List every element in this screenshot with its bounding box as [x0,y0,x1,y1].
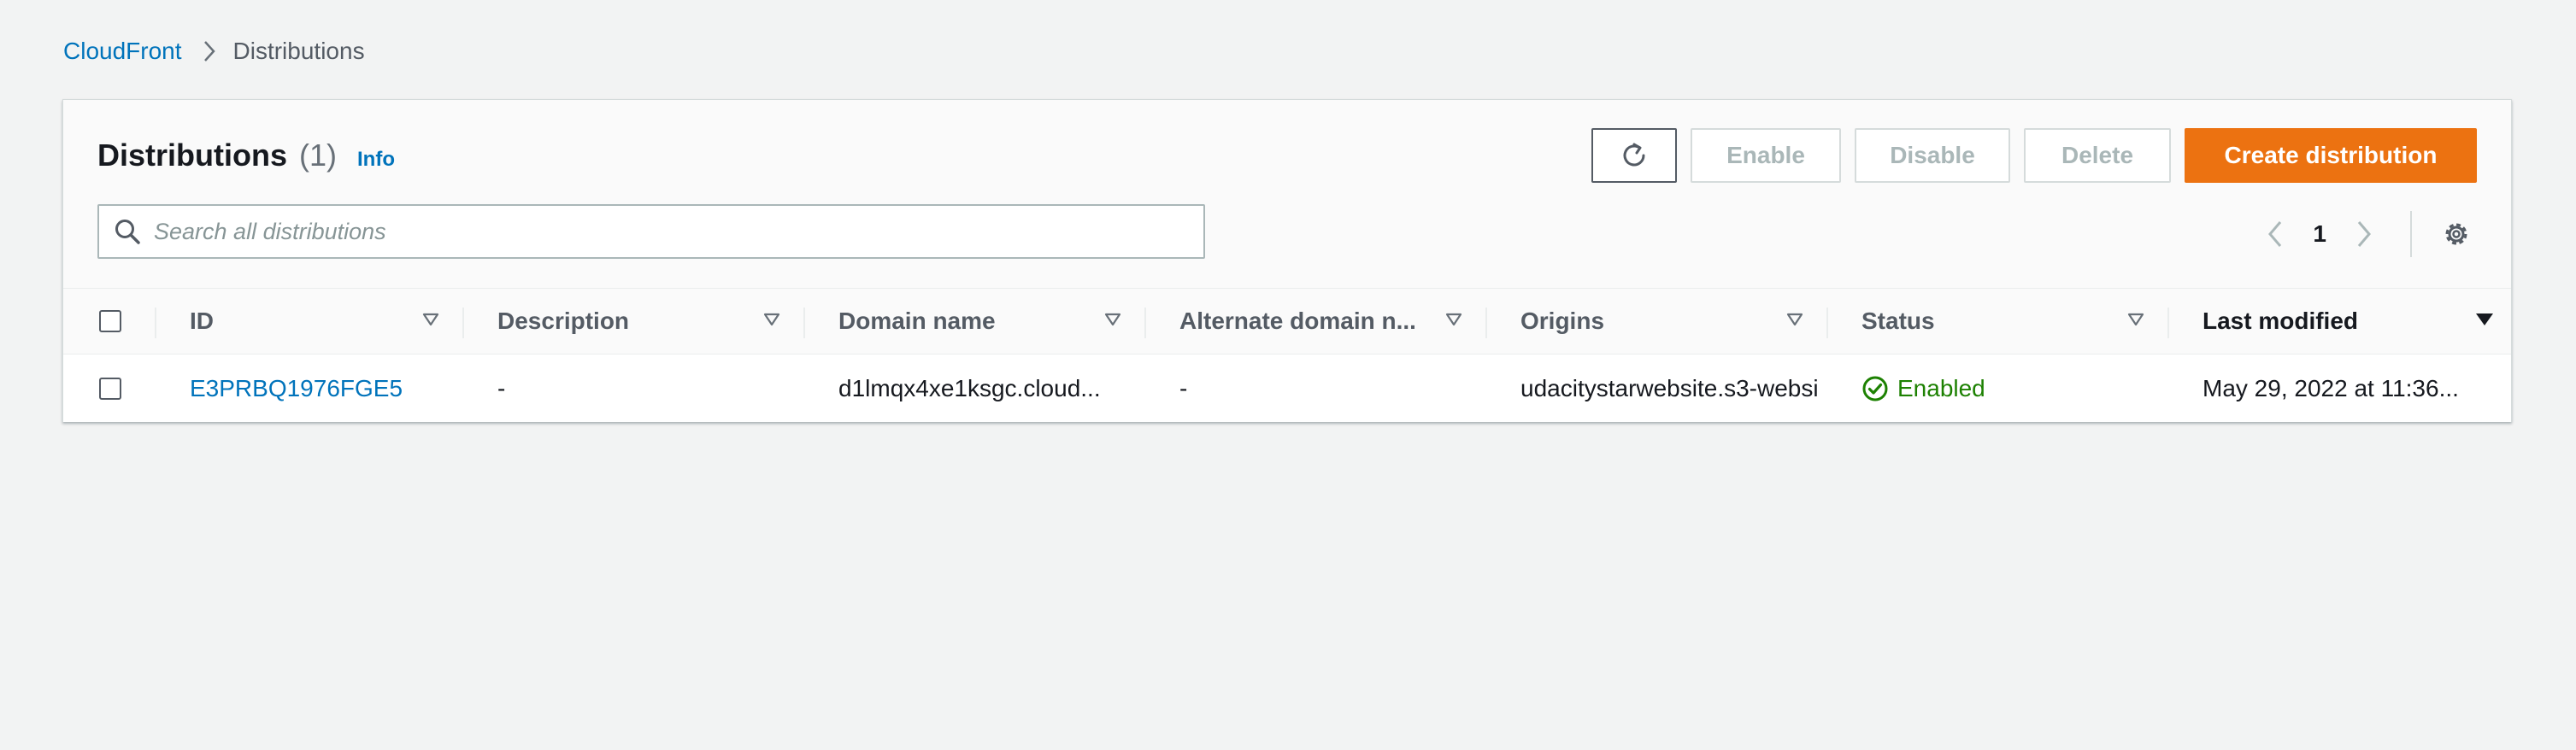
column-divider [2167,308,2169,338]
sort-triangle-icon[interactable] [1786,313,1803,326]
column-divider [803,308,805,338]
column-header-id[interactable]: ID [190,289,214,354]
breadcrumb-cloudfront-link[interactable]: CloudFront [63,38,182,65]
distribution-count: (1) [299,138,337,173]
status-cell: Enabled [1861,354,1985,422]
column-divider [462,308,464,338]
column-header-last-modified[interactable]: Last modified [2203,289,2358,354]
check-circle-icon [1861,375,1889,402]
column-header-alternate-domain[interactable]: Alternate domain n... [1179,289,1416,354]
description-cell: - [497,374,506,401]
origins-cell: udacitystarwebsite.s3-websi [1520,374,1819,401]
column-header-status[interactable]: Status [1861,289,1935,354]
column-divider [1485,308,1487,338]
select-all-cell [99,289,121,354]
table-row[interactable]: E3PRBQ1976FGE5 - d1lmqx4xe1ksgc.cloud...… [63,354,2511,422]
select-all-checkbox[interactable] [99,310,121,332]
distribution-id-link[interactable]: E3PRBQ1976FGE5 [190,354,403,422]
disable-button[interactable]: Disable [1855,128,2010,183]
sort-triangle-icon[interactable] [1445,313,1462,326]
alternate-domain-cell: - [1179,374,1188,401]
domain-name-cell: d1lmqx4xe1ksgc.cloud... [838,374,1101,401]
current-page[interactable]: 1 [2313,220,2326,248]
column-divider [1826,308,1828,338]
sort-triangle-icon[interactable] [763,313,780,326]
panel-title: Distributions [97,138,287,173]
info-link[interactable]: Info [357,148,395,172]
row-select-cell [99,354,121,422]
next-page-button[interactable] [2344,220,2385,249]
column-divider [1144,308,1146,338]
sort-triangle-icon[interactable] [422,313,439,326]
enable-button[interactable]: Enable [1691,128,1841,183]
column-header-description[interactable]: Description [497,289,629,354]
last-modified-cell: May 29, 2022 at 11:36... [2203,374,2459,401]
search-input[interactable] [154,218,1162,245]
create-distribution-button[interactable]: Create distribution [2185,128,2477,183]
status-text: Enabled [1897,374,1985,401]
settings-gear-icon[interactable] [2436,219,2477,249]
chevron-right-icon [203,39,216,63]
delete-button[interactable]: Delete [2024,128,2171,183]
column-header-origins[interactable]: Origins [1520,289,1604,354]
row-checkbox[interactable] [99,377,121,400]
sort-descending-icon[interactable] [2475,313,2494,326]
distributions-table: ID Description Domain name Alternate dom… [63,288,2511,422]
table-header-row: ID Description Domain name Alternate dom… [63,288,2511,354]
panel-header: Distributions (1) Info [97,138,395,173]
sort-triangle-icon[interactable] [2127,313,2144,326]
previous-page-button[interactable] [2255,220,2296,249]
refresh-icon [1619,140,1650,171]
distributions-panel: Distributions (1) Info Enable Disable De… [62,99,2512,422]
column-divider [155,308,156,338]
breadcrumb-current: Distributions [232,38,365,64]
pagination: 1 [2255,211,2477,257]
search-box [97,204,1205,259]
sort-triangle-icon[interactable] [1104,313,1121,326]
breadcrumb: CloudFront Distributions [63,38,365,65]
refresh-button[interactable] [1591,128,1677,183]
column-header-domain-name[interactable]: Domain name [838,289,996,354]
action-toolbar: Enable Disable Delete Create distributio… [1591,128,2477,183]
search-icon [113,217,142,246]
pagination-divider [2410,211,2412,257]
